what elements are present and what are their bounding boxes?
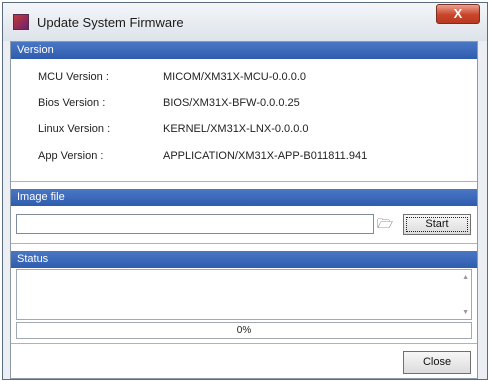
folder-open-icon[interactable]: 🗁: [374, 214, 396, 234]
window-close-button[interactable]: X: [436, 4, 480, 24]
section-divider: [11, 243, 477, 244]
app-version-value: APPLICATION/XM31X-APP-B011811.941: [163, 150, 368, 162]
mcu-version-label: MCU Version :: [38, 71, 109, 83]
version-section-header: Version: [11, 42, 477, 59]
section-divider: [11, 181, 477, 182]
status-log[interactable]: ▲ ▼: [16, 269, 472, 320]
progress-bar: 0%: [16, 322, 472, 339]
scroll-up-icon[interactable]: ▲: [462, 274, 469, 281]
bios-version-label: Bios Version :: [38, 97, 106, 109]
image-file-section-header: Image file: [11, 189, 477, 206]
update-firmware-window: Update System Firmware X Version MCU Ver…: [2, 2, 488, 380]
start-button[interactable]: Start: [403, 214, 471, 235]
window-title: Update System Firmware: [37, 15, 184, 30]
image-file-input[interactable]: [16, 214, 374, 234]
app-version-label: App Version :: [38, 150, 104, 162]
section-divider: [11, 343, 477, 344]
dialog-body: Version MCU Version : MICOM/XM31X-MCU-0.…: [10, 41, 478, 379]
close-button[interactable]: Close: [403, 351, 471, 374]
scroll-down-icon[interactable]: ▼: [462, 309, 469, 316]
bios-version-value: BIOS/XM31X-BFW-0.0.0.25: [163, 97, 300, 109]
mcu-version-value: MICOM/XM31X-MCU-0.0.0.0: [163, 71, 307, 83]
linux-version-label: Linux Version :: [38, 123, 111, 135]
progress-text: 0%: [236, 325, 252, 336]
status-section-header: Status: [11, 251, 477, 268]
title-bar: Update System Firmware X: [3, 3, 487, 41]
linux-version-value: KERNEL/XM31X-LNX-0.0.0.0: [163, 123, 309, 135]
firmware-app-icon: [13, 14, 29, 30]
